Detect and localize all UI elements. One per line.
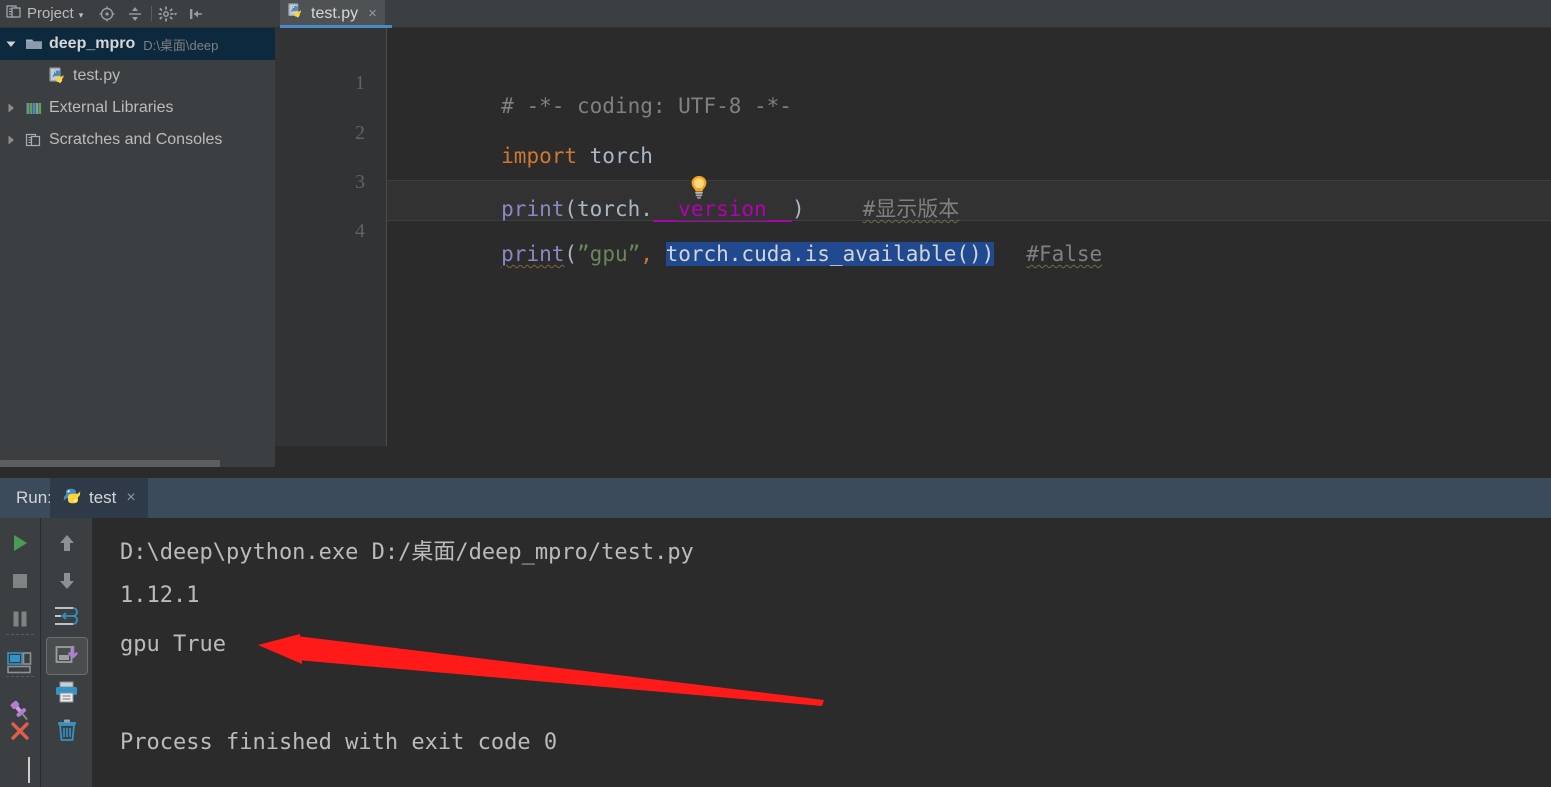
print-button[interactable] [41, 673, 92, 711]
chevron-down-icon: ▾ [78, 10, 84, 20]
gear-icon[interactable] [154, 1, 182, 27]
chevron-right-icon[interactable] [0, 102, 22, 114]
editor-tabbar: test.py × [275, 0, 1551, 28]
editor-tab-test-py[interactable]: test.py × [280, 0, 385, 27]
console-caret [28, 757, 30, 783]
down-stack-button[interactable] [41, 562, 92, 600]
line-number: 2 [355, 122, 365, 144]
project-title-button[interactable]: Project ▾ [0, 4, 83, 24]
locate-icon[interactable] [93, 1, 121, 27]
folder-icon [22, 36, 46, 52]
code-string-gpu: ”gpu” [577, 242, 641, 266]
stop-button[interactable] [0, 562, 40, 600]
tree-node-test-py[interactable]: test.py [0, 60, 275, 92]
tree-node-label: External Libraries [49, 99, 174, 116]
line-number: 1 [355, 72, 365, 94]
soft-wrap-button[interactable] [41, 598, 92, 636]
scroll-to-end-button[interactable] [41, 637, 92, 675]
project-window-icon [6, 4, 22, 24]
code-keyword-import: import [501, 144, 578, 168]
code-module-torch: torch [577, 144, 653, 168]
close-icon[interactable]: × [368, 5, 377, 22]
chevron-right-icon[interactable] [0, 134, 22, 146]
console-line: 1.12.1 [120, 583, 200, 608]
editor-tab-label: test.py [311, 4, 359, 22]
up-stack-button[interactable] [41, 524, 92, 562]
libraries-icon [22, 100, 46, 117]
collapse-all-icon[interactable] [121, 1, 149, 27]
project-hscrollbar-thumb[interactable] [0, 460, 220, 467]
code-comment: # -*- coding: UTF-8 -*- [501, 94, 792, 118]
clear-all-button[interactable] [41, 711, 92, 749]
code-paren-close: ) [981, 242, 995, 266]
code-paren-open: ( [564, 242, 578, 266]
pause-button[interactable] [0, 600, 40, 638]
project-toolbar: Project ▾ [0, 0, 275, 28]
python-run-icon [62, 486, 82, 511]
run-tab-label: test [89, 488, 117, 507]
project-title-label: Project [27, 5, 74, 22]
tree-node-scratches-and-consoles[interactable]: Scratches and Consoles [0, 124, 275, 156]
code-selection-cuda-is-available[interactable]: torch.cuda.is_available() [665, 242, 982, 266]
code-editor[interactable]: 1 2 3 4 # -*- coding: UTF-8 -*- import t… [275, 28, 1551, 446]
run-console-output[interactable]: D:\deep\python.exe D:/桌面/deep_mpro/test.… [93, 518, 1551, 787]
close-icon[interactable]: × [126, 489, 135, 507]
tree-node-label: Scratches and Consoles [49, 131, 223, 148]
tree-node-label: test.py [73, 67, 121, 84]
chevron-down-icon[interactable] [0, 38, 22, 50]
project-tree[interactable]: deep_mpro D:\桌面\deep test.py External Li… [0, 28, 275, 466]
run-tab-test[interactable]: test × [50, 478, 148, 518]
rerun-button[interactable] [0, 524, 40, 562]
code-line-4[interactable]: print(”gpu”, torch.cuda.is_available()) #… [400, 218, 1102, 290]
tree-node-label: deep_mpro [49, 35, 136, 52]
pycharm-window: Project ▾ deep_mpro D:\桌面\deep test.py E… [0, 0, 1551, 787]
hide-panel-icon[interactable] [182, 1, 210, 27]
console-line: gpu True [120, 632, 226, 657]
editor-gutter[interactable]: 1 2 3 4 [275, 28, 387, 446]
python-file-icon [46, 66, 70, 86]
toolbar-group-separator [6, 634, 34, 635]
tree-node-external-libraries[interactable]: External Libraries [0, 92, 275, 124]
scratches-icon [22, 132, 46, 149]
tree-node-path: D:\桌面\deep [143, 37, 219, 53]
toolbar-separator [151, 6, 153, 21]
code-comma: , [640, 242, 653, 266]
console-line: Process finished with exit code 0 [120, 730, 558, 755]
python-file-icon [287, 2, 305, 25]
close-button[interactable] [0, 712, 40, 750]
console-line: D:\deep\python.exe D:/桌面/deep_mpro/test.… [120, 540, 694, 565]
code-comment-false: #False [1026, 242, 1103, 266]
code-func-print: print [501, 242, 565, 266]
lightbulb-icon[interactable] [688, 175, 710, 199]
run-tool-window-tabbar: Run: test × [0, 478, 1551, 518]
line-number: 3 [355, 171, 365, 193]
code-area[interactable]: # -*- coding: UTF-8 -*- import torch pri… [387, 28, 1551, 446]
tree-node-deep-mpro[interactable]: deep_mpro D:\桌面\deep [0, 28, 275, 60]
toolbar-group-separator [6, 676, 34, 677]
line-number: 4 [355, 220, 365, 242]
